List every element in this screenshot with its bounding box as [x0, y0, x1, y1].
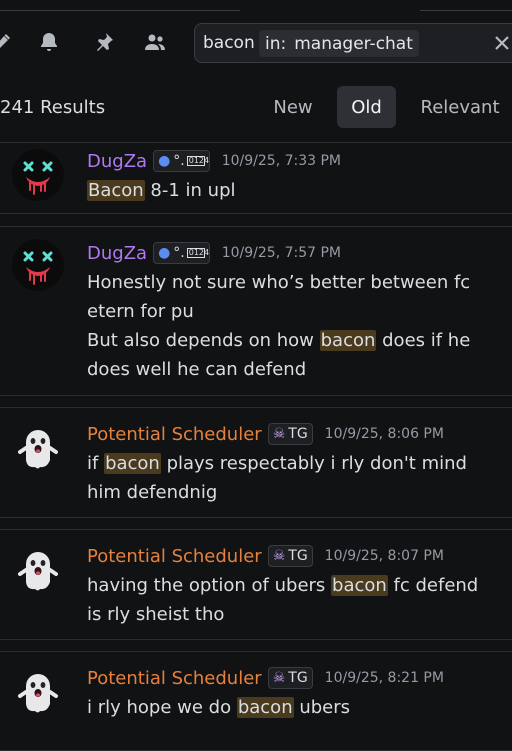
filter-value: manager-chat [294, 33, 413, 54]
skull-icon: ☠ [272, 426, 286, 442]
sort-tab-old[interactable]: Old [337, 86, 396, 128]
guild-tag[interactable]: ☠ TG [267, 545, 313, 567]
sort-tab-relevant[interactable]: Relevant [408, 86, 512, 128]
author-name[interactable]: DugZa [87, 243, 147, 264]
message-content: Bacon 8-1 in upl [87, 176, 487, 205]
skull-avatar[interactable] [12, 239, 64, 291]
message-text: 8-1 in upl [144, 180, 236, 201]
message-text: if [87, 453, 105, 474]
search-highlight: bacon [319, 330, 377, 351]
guild-tag[interactable]: ☠ TG [267, 423, 313, 445]
search-bar[interactable]: bacon in: manager-chat [194, 23, 512, 63]
message-content: having the option of ubers bacon fc defe… [87, 571, 487, 629]
guild-tag-glyph: 0124 [186, 156, 210, 166]
search-highlight: bacon [331, 575, 388, 596]
message-timestamp[interactable]: 10/9/25, 7:33 PM [222, 153, 341, 169]
members-icon[interactable] [141, 28, 169, 56]
guild-tag[interactable]: ☠ TG [267, 667, 313, 689]
search-term[interactable]: bacon [203, 33, 255, 53]
filter-key: in: [265, 33, 287, 54]
drop-icon: ● [158, 153, 171, 169]
search-result-card[interactable]: Potential Scheduler ☠ TG 10/9/25, 8:21 PM i … [0, 651, 512, 751]
author-name[interactable]: Potential Scheduler [87, 546, 262, 567]
message-text: having the option of ubers [87, 575, 332, 596]
search-filter-chip[interactable]: in: manager-chat [259, 30, 419, 57]
ghost-avatar[interactable] [12, 664, 64, 716]
message-header: Potential Scheduler ☠ TG 10/9/25, 8:06 PM [87, 422, 444, 446]
message-line: if bacon plays respectably i rly don't m… [87, 449, 487, 507]
message-text: But also depends on how [87, 330, 320, 351]
threads-icon[interactable] [0, 28, 16, 56]
message-header: Potential Scheduler ☠ TG 10/9/25, 8:21 PM [87, 666, 444, 690]
message-text: ubers [293, 697, 351, 718]
search-result-card[interactable]: Potential Scheduler ☠ TG 10/9/25, 8:07 PM ha… [0, 529, 512, 640]
guild-tag-text: TG [288, 670, 308, 686]
sort-tab-new[interactable]: New [261, 86, 325, 128]
drop-icon: ● [158, 245, 171, 261]
ghost-avatar[interactable] [12, 420, 64, 472]
message-line: But also depends on how bacon does if he… [87, 326, 487, 384]
sort-tab-label: New [273, 96, 313, 118]
skull-avatar[interactable] [12, 149, 64, 201]
message-line: Honestly not sure who’s better between f… [87, 268, 487, 326]
message-content: i rly hope we do bacon ubers [87, 693, 487, 722]
guild-tag-text: TG [288, 426, 308, 442]
message-text: i rly hope we do [87, 697, 237, 718]
search-highlight: bacon [104, 453, 161, 474]
guild-tag-glyph: 0124 [186, 248, 210, 258]
guild-tag-text: TG [288, 548, 308, 564]
sort-tab-label: Relevant [420, 96, 500, 118]
search-result-card[interactable]: DugZa ● °. 0124 10/9/25, 7:57 PM Honestly not… [0, 226, 512, 396]
guild-tag-text: °. [173, 153, 185, 169]
toolbar-divider [420, 0, 512, 11]
message-line: Bacon 8-1 in upl [87, 176, 487, 205]
message-timestamp[interactable]: 10/9/25, 7:57 PM [222, 245, 341, 261]
search-highlight: Bacon [87, 180, 145, 201]
message-content: if bacon plays respectably i rly don't m… [87, 449, 487, 507]
channel-toolbar: bacon in: manager-chat [0, 0, 512, 84]
results-header: 241 Results New Old Relevant [0, 84, 512, 132]
guild-tag[interactable]: ● °. 0124 [153, 150, 210, 172]
guild-tag[interactable]: ● °. 0124 [153, 242, 210, 264]
skull-icon: ☠ [272, 670, 286, 686]
search-result-card[interactable]: DugZa ● °. 0124 10/9/25, 7:33 PM Bacon 8-1 in… [0, 142, 512, 214]
pin-icon[interactable] [90, 28, 118, 56]
message-timestamp[interactable]: 10/9/25, 8:21 PM [325, 670, 444, 686]
clear-search-icon[interactable] [493, 34, 511, 52]
message-header: DugZa ● °. 0124 10/9/25, 7:33 PM [87, 149, 341, 173]
message-text: Honestly not sure who’s better between f… [87, 272, 471, 322]
skull-icon: ☠ [272, 548, 286, 564]
message-content: Honestly not sure who’s better between f… [87, 268, 487, 384]
results-count: 241 Results [0, 97, 106, 118]
message-timestamp[interactable]: 10/9/25, 8:06 PM [325, 426, 444, 442]
toolbar-divider [0, 0, 240, 11]
sort-tab-label: Old [351, 96, 382, 118]
message-timestamp[interactable]: 10/9/25, 8:07 PM [325, 548, 444, 564]
author-name[interactable]: Potential Scheduler [87, 668, 262, 689]
author-name[interactable]: DugZa [87, 151, 147, 172]
search-result-card[interactable]: Potential Scheduler ☠ TG 10/9/25, 8:06 PM if… [0, 407, 512, 518]
bell-icon[interactable] [35, 28, 63, 56]
search-highlight: bacon [236, 697, 294, 718]
guild-tag-text: °. [173, 245, 185, 261]
ghost-avatar[interactable] [12, 542, 64, 594]
message-line: i rly hope we do bacon ubers [87, 693, 487, 722]
message-header: DugZa ● °. 0124 10/9/25, 7:57 PM [87, 241, 341, 265]
author-name[interactable]: Potential Scheduler [87, 424, 262, 445]
message-header: Potential Scheduler ☠ TG 10/9/25, 8:07 PM [87, 544, 444, 568]
message-line: having the option of ubers bacon fc defe… [87, 571, 487, 629]
